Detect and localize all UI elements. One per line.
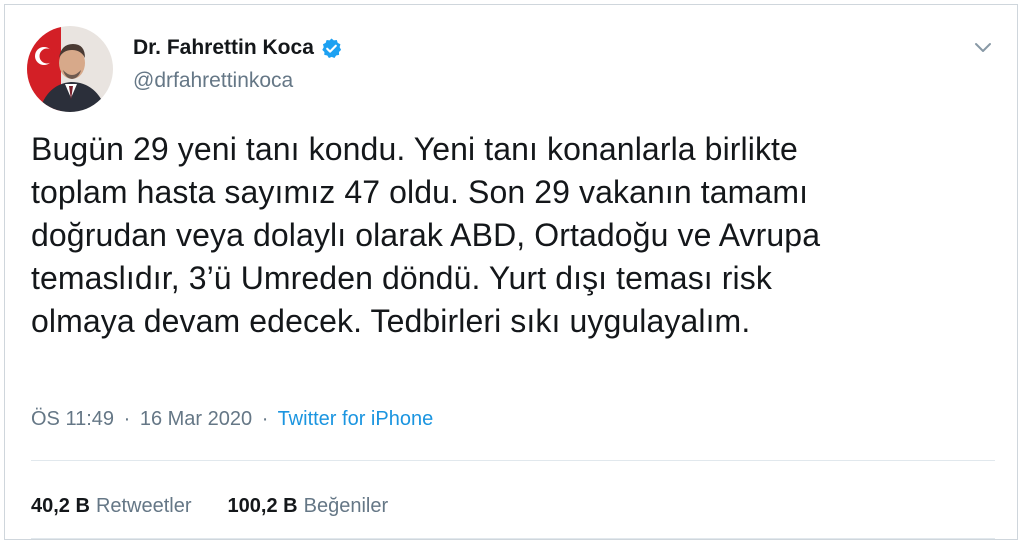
likes-label: Beğeniler <box>303 495 389 517</box>
tweet-text-line: toplam hasta sayımız 47 oldu. Son 29 vak… <box>31 174 809 210</box>
tweet-date[interactable]: 16 Mar 2020 <box>140 408 252 430</box>
tweet-time[interactable]: ÖS 11:49 <box>31 408 114 430</box>
display-name[interactable]: Dr. Fahrettin Koca <box>133 36 314 60</box>
author-name-row: Dr. Fahrettin Koca <box>133 36 343 60</box>
likes-stat[interactable]: 100,2 B Beğeniler <box>228 495 389 518</box>
chevron-down-icon[interactable] <box>971 37 995 57</box>
tweet-card: Dr. Fahrettin Koca @drfahrettinkoca Bugü… <box>4 4 1018 540</box>
tweet-text-line: doğrudan veya dolaylı olarak ABD, Ortado… <box>31 217 821 253</box>
retweets-label: Retweetler <box>95 495 192 517</box>
verified-badge-icon <box>320 37 343 60</box>
retweets-count: 40,2 B <box>31 495 90 517</box>
user-handle[interactable]: @drfahrettinkoca <box>133 69 293 93</box>
tweet-text-line: Bugün 29 yeni tanı kondu. Yeni tanı kona… <box>31 131 798 167</box>
avatar[interactable] <box>27 26 113 112</box>
meta-separator: · <box>261 408 269 430</box>
meta-separator: · <box>123 408 131 430</box>
tweet-text: Bugün 29 yeni tanı kondu. Yeni tanı kona… <box>31 128 1001 343</box>
tweet-meta: ÖS 11:49 · 16 Mar 2020 · Twitter for iPh… <box>31 408 433 431</box>
retweets-stat[interactable]: 40,2 B Retweetler <box>31 495 192 518</box>
tweet-text-line: temaslıdır, 3’ü Umreden döndü. Yurt dışı… <box>31 260 772 296</box>
tweet-source-link[interactable]: Twitter for iPhone <box>278 408 434 430</box>
divider <box>31 460 995 461</box>
divider <box>31 538 995 539</box>
likes-count: 100,2 B <box>227 495 298 517</box>
engagement-stats: 40,2 B Retweetler 100,2 B Beğeniler <box>31 495 388 518</box>
tweet-text-line: olmaya devam edecek. Tedbirleri sıkı uyg… <box>31 303 751 339</box>
